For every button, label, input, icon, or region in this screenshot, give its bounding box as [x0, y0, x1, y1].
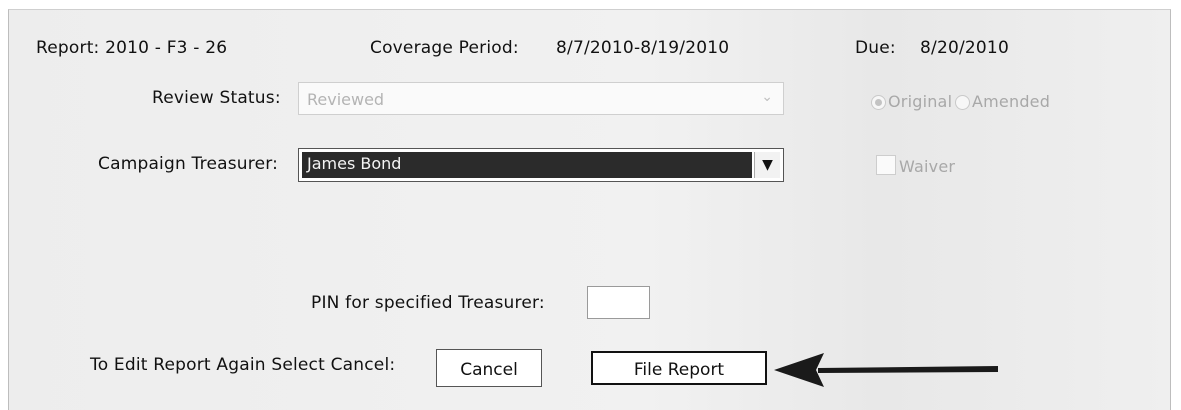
campaign-treasurer-select[interactable]: James Bond ▼ [298, 148, 784, 182]
edit-hint-label: To Edit Report Again Select Cancel: [90, 355, 396, 375]
pin-input[interactable] [587, 286, 650, 319]
pin-label: PIN for specified Treasurer: [311, 293, 545, 313]
review-status-label: Review Status: [152, 88, 281, 108]
review-status-select[interactable]: Reviewed ⌄ [298, 82, 784, 115]
radio-original-label: Original [888, 92, 953, 111]
waiver-checkbox[interactable] [876, 155, 896, 175]
coverage-period-value: 8/7/2010-8/19/2010 [556, 38, 730, 58]
cancel-button[interactable]: Cancel [436, 349, 542, 387]
due-date-value: 8/20/2010 [920, 38, 1009, 58]
review-status-value: Reviewed [307, 90, 385, 109]
report-id: Report: 2010 - F3 - 26 [36, 38, 228, 58]
waiver-label: Waiver [899, 157, 956, 176]
radio-amended-label: Amended [972, 92, 1051, 111]
campaign-treasurer-value: James Bond [307, 154, 402, 173]
arrow-shaft [818, 366, 998, 373]
campaign-treasurer-label: Campaign Treasurer: [98, 154, 279, 174]
radio-original[interactable] [871, 95, 886, 110]
due-label: Due: [855, 38, 896, 58]
arrow-left-icon [774, 353, 998, 387]
file-report-button[interactable]: File Report [591, 351, 767, 385]
arrow-head [774, 353, 824, 387]
chevron-down-icon: ⌄ [761, 89, 773, 105]
chevron-down-icon[interactable]: ▼ [754, 152, 780, 178]
radio-amended[interactable] [955, 95, 970, 110]
coverage-period-label: Coverage Period: [370, 38, 519, 58]
